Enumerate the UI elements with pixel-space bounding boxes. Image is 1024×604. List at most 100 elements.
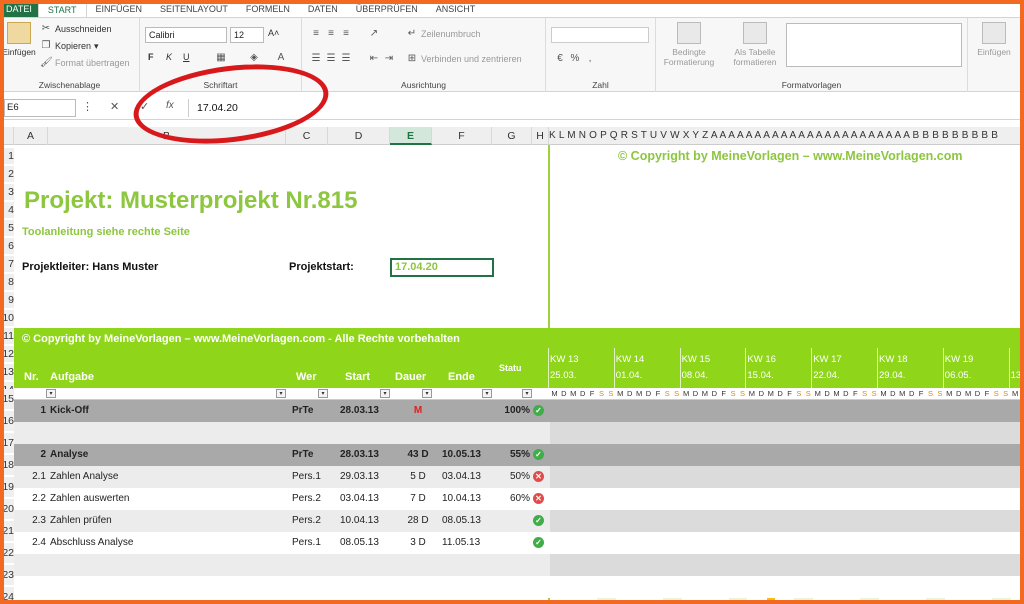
format-painter-button[interactable]: 🖌 Format übertragen — [40, 57, 130, 69]
column-header-d[interactable]: D — [328, 127, 390, 145]
row-header[interactable]: 4 — [0, 202, 14, 218]
font-name-select[interactable]: Calibri — [145, 27, 227, 43]
cell-task-name[interactable]: Zahlen Analyse — [50, 466, 290, 488]
cell-end[interactable]: 10.04.13 — [442, 488, 486, 510]
column-header-a[interactable]: A — [14, 127, 48, 145]
cell-start[interactable]: 10.04.13 — [340, 510, 384, 532]
row-header[interactable]: 24 — [0, 587, 14, 604]
column-header-c[interactable]: C — [286, 127, 328, 145]
cut-button[interactable]: ✂ Ausschneiden — [40, 23, 112, 35]
row-header[interactable]: 9 — [0, 292, 14, 308]
cell-status[interactable]: 50% — [504, 466, 530, 488]
align-top-button[interactable]: ≡ ≡ ≡ — [310, 28, 352, 40]
cell-duration[interactable]: 43 D — [398, 444, 438, 466]
cell-status[interactable] — [504, 532, 530, 554]
task-row[interactable]: 2.3 Zahlen prüfen Pers.2 10.04.13 28 D 08.05.… — [14, 510, 1024, 532]
align-left-button[interactable]: ☰ ☰ ☰ — [310, 53, 352, 65]
row-header[interactable]: 20 — [0, 499, 14, 519]
number-format-buttons[interactable]: €%, — [554, 53, 596, 65]
fill-color-button[interactable]: ◈ — [248, 52, 260, 64]
row-header[interactable]: 7 — [0, 256, 14, 272]
cell-status[interactable]: 55% — [504, 444, 530, 466]
cell-status[interactable] — [504, 510, 530, 532]
tab-start[interactable]: START — [37, 1, 87, 17]
number-format-select[interactable] — [551, 27, 649, 43]
cell-who[interactable]: Pers.1 — [292, 466, 334, 488]
row-header[interactable]: 23 — [0, 565, 14, 585]
cell-duration[interactable]: 7 D — [398, 488, 438, 510]
gantt-column-headers[interactable]: K L M N O P Q R S T U V W X Y Z A A A A … — [549, 127, 1024, 145]
tab-file[interactable]: DATEI — [0, 1, 38, 17]
cell-task-name[interactable] — [50, 422, 290, 444]
row-header[interactable]: 5 — [0, 220, 14, 236]
row-header[interactable]: 11 — [0, 328, 14, 344]
cell-styles-gallery[interactable] — [786, 23, 962, 67]
cell-end[interactable]: 03.04.13 — [442, 466, 486, 488]
paste-button[interactable]: Einfügen — [2, 22, 36, 57]
name-box[interactable]: E6 — [4, 99, 76, 117]
row-header[interactable]: 13 — [0, 364, 14, 380]
tab-review[interactable]: ÜBERPRÜFEN — [347, 1, 427, 17]
copy-button[interactable]: ❐ Kopieren ▾ — [40, 40, 99, 52]
row-header[interactable]: 16 — [0, 411, 14, 431]
cell-duration[interactable]: 28 D — [398, 510, 438, 532]
column-header-e[interactable]: E — [390, 127, 432, 145]
row-header[interactable]: 18 — [0, 455, 14, 475]
tab-formulas[interactable]: FORMELN — [237, 1, 299, 17]
filter-dropdown-who[interactable]: ▾ — [318, 389, 328, 398]
cell-nr[interactable]: 2.1 — [28, 466, 46, 488]
insert-cells-button[interactable]: Einfügen — [972, 22, 1016, 57]
cell-start[interactable]: 29.03.13 — [340, 466, 384, 488]
row-header[interactable]: 3 — [0, 184, 14, 200]
cell-status[interactable]: 100% — [504, 400, 530, 422]
tab-insert[interactable]: EINFÜGEN — [87, 1, 152, 17]
task-row[interactable]: 2.1 Zahlen Analyse Pers.1 29.03.13 5 D 03.04.… — [14, 466, 1024, 488]
cell-who[interactable] — [292, 422, 334, 444]
cell-task-name[interactable]: Zahlen auswerten — [50, 488, 290, 510]
cell-end[interactable]: 08.05.13 — [442, 510, 486, 532]
conditional-formatting-button[interactable]: Bedingte Formatierung — [658, 22, 720, 67]
project-start-cell[interactable]: 17.04.20 — [390, 258, 494, 277]
bold-button[interactable]: F — [148, 52, 154, 62]
cell-nr[interactable]: 2.2 — [28, 488, 46, 510]
tab-page-layout[interactable]: SEITENLAYOUT — [151, 1, 237, 17]
font-color-button[interactable]: A — [275, 52, 287, 64]
cell-start[interactable] — [340, 422, 384, 444]
empty-row[interactable] — [14, 422, 1024, 444]
cell-who[interactable]: Pers.2 — [292, 510, 334, 532]
font-size-select[interactable]: 12 — [230, 27, 264, 43]
cell-who[interactable]: PrTe — [292, 400, 334, 422]
border-button[interactable]: ▦ — [215, 52, 227, 64]
italic-button[interactable]: K — [166, 52, 172, 62]
row-header[interactable]: 19 — [0, 477, 14, 497]
filter-dropdown-end[interactable]: ▾ — [482, 389, 492, 398]
task-row[interactable]: 1 Kick-Off PrTe 28.03.13 M 100% ✓ — [14, 400, 1024, 422]
cell-nr[interactable] — [28, 422, 46, 444]
cell-who[interactable]: Pers.1 — [292, 532, 334, 554]
cell-duration[interactable]: 3 D — [398, 532, 438, 554]
empty-row[interactable] — [14, 554, 1024, 576]
cell-who[interactable]: PrTe — [292, 444, 334, 466]
cell-duration[interactable]: M — [398, 400, 438, 422]
cell-who[interactable]: Pers.2 — [292, 488, 334, 510]
row-header[interactable]: 10 — [0, 310, 14, 326]
tab-data[interactable]: DATEN — [299, 1, 347, 17]
cell-start[interactable]: 28.03.13 — [340, 400, 384, 422]
cell-nr[interactable]: 1 — [28, 400, 46, 422]
underline-button[interactable]: U — [183, 52, 190, 62]
cell-task-name[interactable]: Abschluss Analyse — [50, 532, 290, 554]
filter-dropdown-status[interactable]: ▾ — [522, 389, 532, 398]
filter-dropdown-start[interactable]: ▾ — [380, 389, 390, 398]
row-header[interactable]: 1 — [0, 148, 14, 164]
cell-duration[interactable] — [398, 422, 438, 444]
cell-task-name[interactable]: Kick-Off — [50, 400, 290, 422]
font-grow-button[interactable]: A˄ — [268, 28, 279, 38]
column-header-h[interactable]: H — [532, 127, 549, 145]
row-header[interactable]: 6 — [0, 238, 14, 254]
task-row[interactable]: 2 Analyse PrTe 28.03.13 43 D 10.05.13 55% ✓ — [14, 444, 1024, 466]
cell-start[interactable]: 03.04.13 — [340, 488, 384, 510]
row-header[interactable]: 22 — [0, 543, 14, 563]
row-header[interactable]: 2 — [0, 166, 14, 182]
row-header[interactable]: 15 — [0, 389, 14, 409]
column-header-f[interactable]: F — [432, 127, 492, 145]
